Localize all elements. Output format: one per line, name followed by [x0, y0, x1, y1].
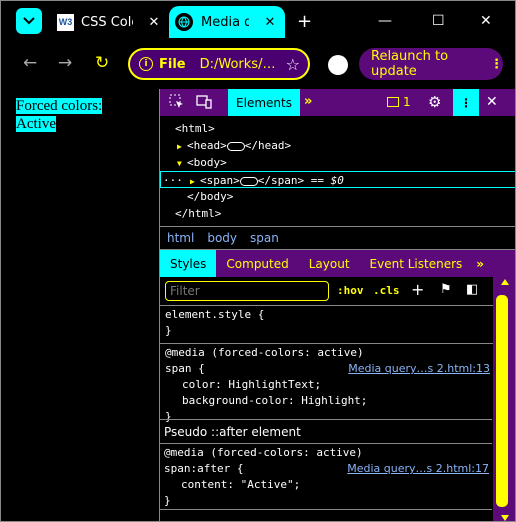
devtools-close-icon[interactable]: ✕ — [486, 94, 498, 110]
tab-css-color[interactable]: W3 CSS Color ✕ — [51, 6, 166, 38]
toolbar: ← → ↻ i File D:/Works/… ☆ Relaunch to up… — [1, 43, 515, 87]
tab-layout[interactable]: Layout — [299, 250, 360, 277]
tag-body-close: </body> — [187, 190, 234, 203]
maximize-button[interactable]: ☐ — [432, 13, 445, 29]
rule-close: } — [164, 494, 171, 507]
breadcrumb-body[interactable]: body — [207, 231, 237, 245]
device-toolbar-icon[interactable] — [196, 94, 212, 113]
inspect-element-icon[interactable] — [169, 94, 184, 113]
close-icon[interactable]: ✕ — [263, 15, 277, 30]
dom-node-html-close[interactable]: </html> — [160, 205, 515, 222]
pseudo-element-header: Pseudo ::after element — [159, 419, 492, 443]
minimize-button[interactable]: — — [378, 13, 392, 29]
breadcrumb-html[interactable]: html — [167, 231, 194, 245]
scheme-label: File — [159, 56, 186, 72]
profile-avatar[interactable] — [328, 55, 348, 75]
media-query: @media (forced-colors: active) — [164, 446, 363, 459]
back-button[interactable]: ← — [23, 55, 37, 72]
relaunch-button[interactable]: Relaunch to update ⋮ — [359, 48, 503, 80]
tag-head-close: </head> — [244, 139, 292, 152]
menu-icon[interactable]: ⋮ — [490, 57, 503, 72]
scroll-up-arrow-icon[interactable] — [501, 279, 509, 285]
dom-node-head[interactable]: ▶ <head> </head> — [160, 137, 515, 155]
dom-tree: <html> ▶ <head> </head> ▼ <body> ··· ▶ <span… — [160, 116, 515, 226]
forced-colors-label: Forced colors: — [16, 98, 103, 114]
scroll-thumb[interactable] — [496, 295, 508, 507]
forward-button[interactable]: → — [58, 55, 72, 72]
w3schools-icon: W3 — [57, 13, 74, 31]
forced-colors-text: Forced colors: Active — [16, 97, 103, 133]
console-ref: $0 — [330, 174, 344, 187]
tag-html: <html> — [175, 122, 215, 135]
media-rule-span-after[interactable]: @media (forced-colors: active) span:afte… — [159, 443, 492, 509]
next-rule-divider — [159, 509, 492, 522]
issues-badge[interactable]: 1 — [387, 95, 411, 109]
settings-gear-icon[interactable]: ⚙ — [428, 93, 441, 111]
active-label: Active — [16, 116, 56, 132]
rule-selector: element.style { — [165, 308, 265, 321]
property-content[interactable]: content: "Active"; — [164, 477, 492, 493]
node-actions-icon[interactable]: ··· — [163, 172, 183, 189]
styles-scrollbar[interactable] — [493, 277, 515, 521]
tab-computed[interactable]: Computed — [216, 250, 298, 277]
paint-brush-icon[interactable]: ⚑ — [440, 282, 452, 297]
tab-elements[interactable]: Elements — [228, 89, 300, 116]
issues-count: 1 — [403, 95, 411, 109]
scroll-down-arrow-icon[interactable] — [501, 515, 509, 521]
page-viewport: Forced colors: Active — [1, 87, 159, 521]
rule-selector: span:after { — [164, 462, 244, 475]
url-text[interactable]: D:/Works/… — [200, 57, 274, 72]
window-close-button[interactable]: ✕ — [480, 13, 492, 29]
hover-state-toggle[interactable]: :hov — [337, 284, 364, 297]
new-tab-button[interactable]: + — [297, 13, 312, 31]
styles-filter-bar: :hov .cls + ⚑ ◧ — [160, 277, 493, 305]
more-tabs-icon[interactable]: » — [304, 94, 312, 109]
devtools-menu-icon[interactable]: ⋮ — [453, 89, 479, 116]
new-rule-plus-icon[interactable]: + — [411, 280, 424, 299]
tab-event-listeners[interactable]: Event Listeners — [360, 250, 473, 277]
dom-node-span-selected[interactable]: ··· ▶ <span> </span> == $0 — [160, 171, 515, 189]
tag-head-open: <head> — [187, 139, 227, 152]
dom-node-body-close[interactable]: </body> — [160, 188, 515, 205]
sidebar-tabs: Styles Computed Layout Event Listeners » — [160, 250, 515, 277]
more-sidebar-tabs-icon[interactable]: » — [472, 250, 488, 277]
tag-span-close: </span> — [257, 174, 305, 187]
console-ref-separator: == — [304, 174, 331, 187]
styles-pane-lower: Pseudo ::after element @media (forced-co… — [159, 328, 492, 522]
dom-node-html[interactable]: <html> — [160, 120, 515, 137]
tab-strip: W3 CSS Color ✕ Media qu ✕ + — ☐ ✕ — [1, 1, 515, 43]
tab-title: Media qu — [201, 14, 249, 30]
toggle-sidebar-icon[interactable]: ◧ — [466, 282, 478, 297]
bookmark-star-icon[interactable]: ☆ — [286, 55, 300, 74]
collapsed-ellipsis-icon[interactable] — [226, 141, 245, 151]
info-icon[interactable]: i — [139, 57, 153, 71]
tag-span-open: <span> — [200, 174, 240, 187]
tag-html-close: </html> — [175, 207, 222, 220]
address-bar[interactable]: i File D:/Works/… ☆ — [128, 48, 310, 80]
relaunch-label: Relaunch to update — [371, 49, 449, 79]
tab-media-query[interactable]: Media qu ✕ — [169, 6, 285, 38]
expand-triangle-icon[interactable]: ▶ — [177, 138, 187, 155]
source-link[interactable]: Media query…s 2.html:17 — [347, 461, 489, 477]
tab-search-button[interactable] — [16, 8, 42, 34]
devtools-toolbar: Elements » 1 ⚙ ⋮ ✕ — [160, 89, 515, 116]
reload-button[interactable]: ↻ — [95, 55, 109, 72]
dom-node-body[interactable]: ▼ <body> — [160, 154, 515, 172]
styles-filter-input[interactable] — [165, 281, 329, 301]
tab-title: CSS Color — [81, 14, 133, 30]
globe-icon — [175, 13, 193, 31]
chevron-down-icon — [23, 17, 35, 25]
collapsed-ellipsis-icon[interactable] — [239, 176, 258, 186]
class-toggle[interactable]: .cls — [373, 284, 400, 297]
rule-selector-line: span:after { Media query…s 2.html:17 — [164, 461, 492, 477]
collapse-triangle-icon[interactable]: ▼ — [177, 155, 187, 172]
close-icon[interactable]: ✕ — [147, 15, 161, 30]
breadcrumb: html body span — [160, 226, 515, 250]
tag-body-open: <body> — [187, 156, 227, 169]
breadcrumb-span[interactable]: span — [250, 231, 279, 245]
message-icon — [387, 97, 399, 107]
tab-styles[interactable]: Styles — [160, 250, 217, 277]
